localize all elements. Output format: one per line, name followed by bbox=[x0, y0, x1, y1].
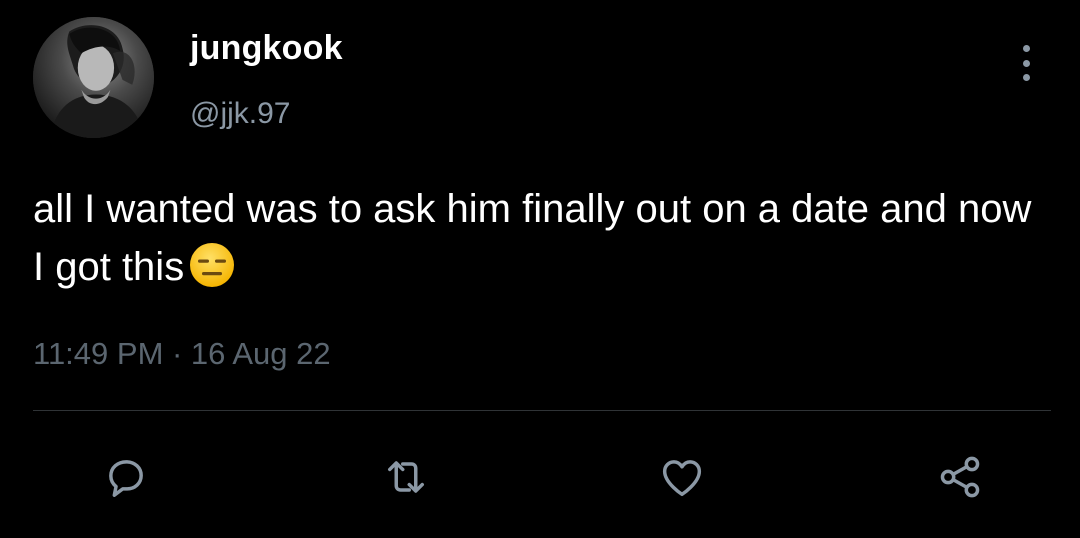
share-icon bbox=[940, 456, 980, 498]
reply-icon bbox=[109, 460, 143, 497]
share-button[interactable] bbox=[930, 447, 990, 507]
like-icon bbox=[662, 460, 702, 497]
tweet-text-content: all I wanted was to ask him finally out … bbox=[33, 187, 1032, 289]
divider bbox=[33, 410, 1051, 411]
avatar[interactable] bbox=[33, 17, 154, 138]
user-handle[interactable]: @jjk.97 bbox=[190, 97, 291, 131]
expressionless-face-icon bbox=[190, 243, 235, 287]
reply-button[interactable] bbox=[96, 447, 156, 507]
more-options-icon[interactable] bbox=[1012, 43, 1040, 83]
tweet-text: all I wanted was to ask him finally out … bbox=[33, 180, 1043, 296]
retweet-icon bbox=[388, 461, 424, 493]
like-button[interactable] bbox=[652, 447, 712, 507]
display-name[interactable]: jungkook bbox=[190, 29, 343, 68]
tweet-timestamp[interactable]: 11:49 PM · 16 Aug 22 bbox=[33, 336, 331, 372]
tweet: jungkook @jjk.97 all I wanted was to ask… bbox=[0, 0, 1080, 538]
avatar-photo bbox=[33, 17, 154, 138]
retweet-button[interactable] bbox=[376, 447, 436, 507]
